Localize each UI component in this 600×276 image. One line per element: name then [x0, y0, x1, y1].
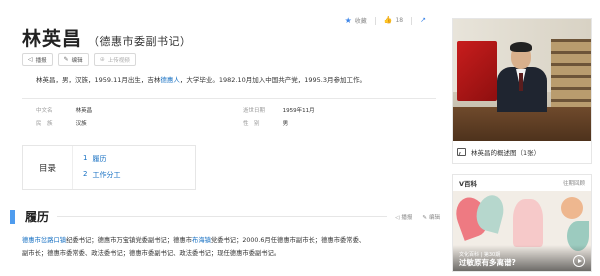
toc-item-number: 1 [83, 154, 88, 162]
section-actions: ◁ 播报 ✎ 编辑 [395, 213, 440, 221]
summary-text: ，大学毕业。1982.10月加入中国共产党，1995.3月参加工作。 [179, 76, 367, 84]
entry-subtitle: （德惠市委副书记） [88, 35, 192, 48]
thumb-sun [561, 197, 583, 219]
summary-text: 林英昌，男，汉族，1959.11月出生，吉林 [36, 76, 161, 84]
table-of-contents: 目录 1 履历 2 工作分工 [22, 145, 196, 190]
photo-flag [457, 41, 497, 101]
pencil-icon: ✎ [63, 56, 69, 63]
album-caption-text: 林英昌的概述图（1张） [471, 149, 541, 157]
album-icon [457, 148, 466, 156]
thumbs-up-icon: 👍 [383, 16, 393, 24]
career-text: 党委书记；2000.6月任德惠市副市长；德惠市委常委、 [210, 237, 366, 244]
vbaike-header: V百科 往期回顾 [453, 175, 591, 191]
album-caption[interactable]: 林英昌的概述图（1张） [453, 141, 591, 163]
add-icon: ⊕ [99, 56, 105, 63]
photo-shelf [551, 39, 591, 109]
summary-paragraph: 林英昌，男，汉族，1959.11月出生，吉林德惠人，大学毕业。1982.10月加… [36, 75, 426, 85]
favorite-label: 收藏 [354, 18, 367, 25]
edit-button[interactable]: ✎ 编辑 [57, 53, 89, 66]
like-button[interactable]: 👍 18 [383, 16, 404, 25]
section-edit-button[interactable]: ✎ 编辑 [422, 213, 440, 221]
section-divider [57, 216, 388, 217]
toc-item-label: 履历 [92, 155, 107, 163]
section-heading-career: 履历 ◁ 播报 ✎ 编辑 [10, 208, 440, 225]
video-title: 过敏原有多离谱? [459, 258, 516, 267]
pencil-icon: ✎ [422, 214, 427, 221]
vbaike-video-thumbnail[interactable]: 文化百科 | 第30期 过敏原有多离谱? [453, 191, 591, 271]
star-icon: ★ [344, 15, 352, 25]
info-label: 性 别 [243, 120, 260, 127]
info-value: 1959年11月 [282, 107, 315, 114]
entry-name: 林英昌 [22, 28, 83, 50]
thumb-figure [513, 199, 543, 247]
vbaike-title: V百科 [459, 180, 478, 188]
photo-person-hair [510, 42, 532, 52]
speaker-icon: ◁ [28, 56, 33, 63]
share-button[interactable]: ↗ [420, 17, 426, 24]
page-title: 林英昌 （德惠市委副书记） [22, 24, 192, 51]
info-value: 汉族 [75, 120, 87, 127]
upload-video-button[interactable]: ⊕ 上传视频 [93, 53, 136, 66]
section-edit-label: 编辑 [428, 214, 440, 221]
section-play-label: 播报 [401, 214, 413, 221]
toc-item-work-division[interactable]: 2 工作分工 [83, 170, 120, 180]
edit-label: 编辑 [71, 57, 83, 64]
play-label: 播报 [35, 57, 47, 64]
section-play-button[interactable]: ◁ 播报 [395, 213, 412, 221]
info-value: 男 [282, 120, 289, 127]
vbaike-card: V百科 往期回顾 文化百科 | 第30期 过敏原有多离谱? [452, 174, 592, 272]
favorite-button[interactable]: ★ 收藏 [345, 16, 367, 25]
portrait-photo[interactable] [453, 19, 591, 141]
info-row: 民 族 汉族 性 别 男 [22, 116, 436, 129]
info-value: 林英昌 [75, 107, 93, 114]
divider [411, 16, 413, 25]
toc-item-label: 工作分工 [92, 171, 121, 179]
play-icon[interactable] [573, 255, 585, 267]
album-card[interactable]: 林英昌的概述图（1张） [452, 18, 592, 164]
photo-person-tie [519, 73, 523, 91]
share-icon: ↗ [420, 16, 426, 24]
vbaike-more-link[interactable]: 往期回顾 [563, 179, 585, 187]
career-link-buhai[interactable]: 布海镇 [192, 237, 211, 244]
top-actions: ★ 收藏 👍 18 ↗ [345, 16, 426, 25]
summary-link[interactable]: 德惠人 [160, 76, 180, 84]
basic-info-table: 中文名 林英昌 逝世日期 1959年11月 民 族 汉族 性 别 男 [22, 98, 436, 129]
career-paragraph: 德惠市岔路口镇纪委书记；德惠市万宝镇党委副书记；德惠市布海镇党委书记；2000.… [22, 234, 436, 260]
divider [374, 16, 376, 25]
photo-desk [453, 107, 591, 141]
info-label: 中文名 [36, 107, 53, 114]
toc-heading: 目录 [23, 146, 73, 189]
toc-list: 1 履历 2 工作分工 [73, 146, 120, 189]
upload-video-label: 上传视频 [107, 57, 130, 64]
info-row: 中文名 林英昌 逝世日期 1959年11月 [22, 103, 436, 116]
sidebar: 林英昌的概述图（1张） V百科 往期回顾 文化百科 | 第30期 过敏原有多离谱… [452, 18, 600, 272]
career-text: 纪委书记；德惠市万宝镇党委副书记；德惠市 [66, 237, 193, 244]
info-label: 逝世日期 [243, 107, 266, 114]
like-count: 18 [395, 17, 404, 24]
toc-item-career[interactable]: 1 履历 [83, 154, 120, 164]
speaker-icon: ◁ [395, 214, 400, 221]
section-accent-bar [10, 209, 15, 224]
info-label: 民 族 [36, 120, 53, 127]
section-title: 履历 [25, 210, 50, 224]
toc-item-number: 2 [83, 170, 88, 178]
career-text: 副市长；德惠市委常委、政法委书记；德惠市委副书记、政法委书记；现任德惠市委副书记… [22, 250, 281, 257]
entry-action-buttons: ◁ 播报 ✎ 编辑 ⊕ 上传视频 [22, 53, 136, 66]
career-link-chalukou[interactable]: 德惠市岔路口镇 [22, 237, 66, 244]
play-audio-button[interactable]: ◁ 播报 [22, 53, 53, 66]
